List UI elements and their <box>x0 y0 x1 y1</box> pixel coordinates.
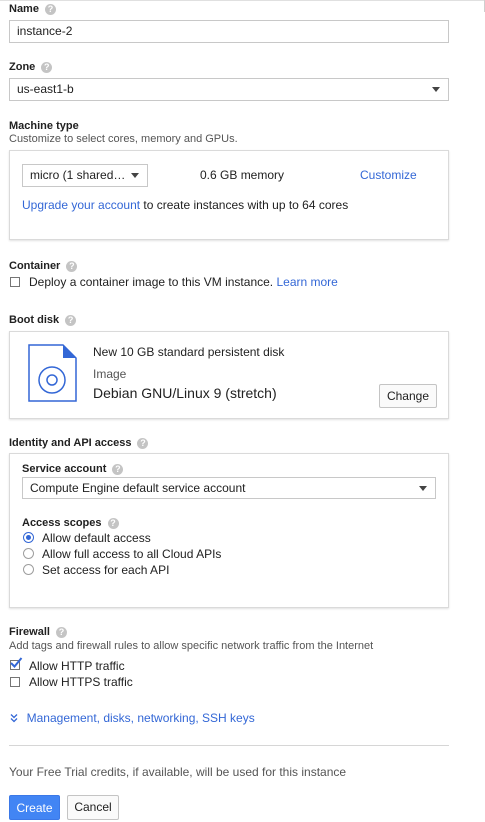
firewall-hint: Add tags and firewall rules to allow spe… <box>9 640 374 652</box>
machine-type-hint: Customize to select cores, memory and GP… <box>9 133 238 145</box>
memory-value: 0.6 GB memory <box>200 168 285 182</box>
help-icon[interactable]: ? <box>65 314 77 326</box>
checkmark-icon <box>10 657 23 668</box>
scope-label-each: Set access for each API <box>42 563 170 577</box>
image-value: Debian GNU/Linux 9 (stretch) <box>93 385 277 401</box>
scope-label-default: Allow default access <box>42 531 151 545</box>
name-input[interactable]: instance-2 <box>9 20 449 43</box>
access-scopes-label: Access scopes? <box>22 517 119 529</box>
cancel-button[interactable]: Cancel <box>67 795 119 820</box>
dropdown-arrow-icon <box>419 486 427 491</box>
chevron-double-down-icon <box>10 714 18 723</box>
upgrade-message: Upgrade your account to create instances… <box>22 198 349 212</box>
management-link[interactable]: Management, disks, networking, SSH keys <box>27 711 255 725</box>
top-divider <box>0 0 485 1</box>
management-expander[interactable]: Management, disks, networking, SSH keys <box>9 710 255 725</box>
scope-radio-each[interactable] <box>23 564 34 575</box>
container-label: Container? <box>9 260 78 272</box>
create-button[interactable]: Create <box>9 795 60 820</box>
scope-label-full: Allow full access to all Cloud APIs <box>42 547 222 561</box>
help-icon[interactable]: ? <box>112 463 124 475</box>
name-label: Name? <box>9 3 56 15</box>
upgrade-link[interactable]: Upgrade your account <box>22 198 140 212</box>
zone-select[interactable]: us-east1-b <box>9 78 449 101</box>
dropdown-arrow-icon <box>432 87 440 92</box>
boot-disk-card: New 10 GB standard persistent disk Image… <box>9 331 449 419</box>
learn-more-link[interactable]: Learn more <box>276 275 337 289</box>
disk-title: New 10 GB standard persistent disk <box>93 345 285 359</box>
help-icon[interactable]: ? <box>107 517 119 529</box>
help-icon[interactable]: ? <box>55 626 67 638</box>
change-button[interactable]: Change <box>379 384 437 408</box>
scope-radio-full[interactable] <box>23 548 34 559</box>
dropdown-arrow-icon <box>131 173 139 178</box>
scope-radio-default[interactable] <box>23 532 34 543</box>
boot-disk-label: Boot disk? <box>9 314 77 326</box>
container-option: Deploy a container image to this VM inst… <box>29 275 338 289</box>
help-icon[interactable]: ? <box>66 260 78 272</box>
free-trial-note: Your Free Trial credits, if available, w… <box>9 765 347 779</box>
zone-label: Zone? <box>9 61 53 73</box>
image-label: Image <box>93 367 127 381</box>
identity-label: Identity and API access? <box>9 437 149 449</box>
service-account-select[interactable]: Compute Engine default service account <box>22 477 436 499</box>
identity-card: Service account? Compute Engine default … <box>9 453 449 608</box>
section-divider <box>9 745 449 746</box>
customize-link[interactable]: Customize <box>360 168 417 182</box>
https-checkbox[interactable] <box>10 677 20 687</box>
help-icon[interactable]: ? <box>137 437 149 449</box>
disk-image-icon <box>28 344 77 402</box>
machine-type-select[interactable]: micro (1 shared… <box>22 164 148 187</box>
https-label: Allow HTTPS traffic <box>29 675 133 689</box>
http-label: Allow HTTP traffic <box>29 659 125 673</box>
machine-type-label: Machine type <box>9 120 79 132</box>
help-icon[interactable]: ? <box>41 61 53 73</box>
machine-type-card: micro (1 shared… 0.6 GB memory Customize… <box>9 150 449 240</box>
help-icon[interactable]: ? <box>44 3 56 15</box>
firewall-label: Firewall? <box>9 626 67 638</box>
container-checkbox[interactable] <box>10 277 20 287</box>
service-account-label: Service account? <box>22 463 124 475</box>
